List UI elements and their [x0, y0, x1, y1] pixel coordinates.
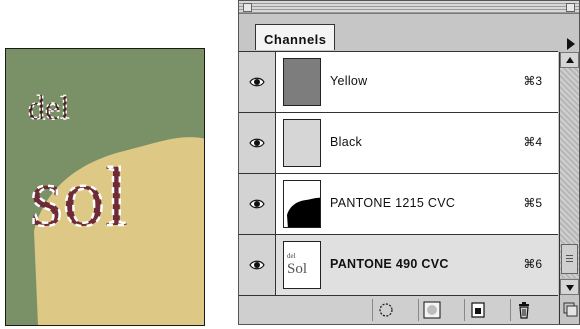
save-selection-icon	[423, 301, 441, 319]
collapse-box-icon[interactable]	[566, 3, 575, 12]
panel-bottom-toolbar	[239, 295, 558, 324]
channel-row-pantone-490[interactable]: del Sol PANTONE 490 CVC ⌘6	[239, 235, 558, 296]
artwork-word-large: sol	[30, 151, 128, 244]
delete-channel-button[interactable]	[510, 299, 536, 321]
channel-shortcut: ⌘6	[523, 257, 542, 271]
channel-row-yellow[interactable]: Yellow ⌘3	[239, 52, 558, 113]
channel-name: PANTONE 490 CVC	[330, 257, 449, 271]
load-selection-icon	[379, 303, 393, 317]
artwork-word-small: del	[28, 90, 70, 127]
channels-panel: Channels Yellow ⌘3 Black ⌘4 PANTONE 1215…	[238, 0, 580, 325]
eye-icon	[249, 77, 265, 87]
visibility-toggle[interactable]	[239, 113, 276, 173]
artwork-image: del sol	[6, 49, 204, 325]
new-channel-button[interactable]	[464, 299, 490, 321]
channel-name: PANTONE 1215 CVC	[330, 196, 456, 210]
new-channel-icon	[471, 302, 485, 318]
resize-grip-icon[interactable]	[559, 295, 579, 324]
channel-shortcut: ⌘3	[523, 74, 542, 88]
text-preview-image: del Sol	[287, 252, 307, 277]
eye-icon	[249, 138, 265, 148]
tab-channels-label: Channels	[264, 32, 327, 47]
scroll-track[interactable]	[560, 68, 579, 278]
scroll-down-arrow-icon[interactable]	[560, 279, 579, 295]
close-box-icon[interactable]	[243, 3, 252, 12]
scroll-thumb[interactable]	[561, 244, 578, 274]
channel-thumbnail	[283, 119, 321, 167]
svg-text:del: del	[287, 252, 296, 260]
tab-bar: Channels	[239, 14, 579, 52]
trash-icon	[519, 302, 529, 319]
channel-thumbnail: del Sol	[283, 241, 321, 289]
channel-name: Black	[330, 135, 363, 149]
channel-shortcut: ⌘4	[523, 135, 542, 149]
panel-title-bar[interactable]	[239, 1, 579, 14]
vertical-scrollbar[interactable]	[559, 52, 579, 295]
eye-icon	[249, 260, 265, 270]
visibility-toggle[interactable]	[239, 235, 276, 295]
channel-row-pantone-1215[interactable]: PANTONE 1215 CVC ⌘5	[239, 174, 558, 235]
channel-thumbnail	[283, 180, 321, 228]
visibility-toggle[interactable]	[239, 52, 276, 112]
channel-thumbnail	[283, 58, 321, 106]
channel-list: Yellow ⌘3 Black ⌘4 PANTONE 1215 CVC ⌘5 d…	[239, 51, 558, 296]
svg-text:Sol: Sol	[287, 261, 307, 277]
load-selection-button[interactable]	[372, 299, 398, 321]
visibility-toggle[interactable]	[239, 174, 276, 234]
scroll-up-arrow-icon[interactable]	[560, 52, 579, 68]
eye-icon	[249, 199, 265, 209]
black-blob-image	[287, 197, 320, 227]
tab-channels[interactable]: Channels	[255, 24, 335, 50]
artwork-canvas: del sol	[5, 48, 205, 326]
save-selection-button[interactable]	[418, 299, 444, 321]
channel-shortcut: ⌘5	[523, 196, 542, 210]
panel-menu-arrow-icon[interactable]	[567, 38, 575, 50]
channel-name: Yellow	[330, 74, 368, 88]
channel-row-black[interactable]: Black ⌘4	[239, 113, 558, 174]
